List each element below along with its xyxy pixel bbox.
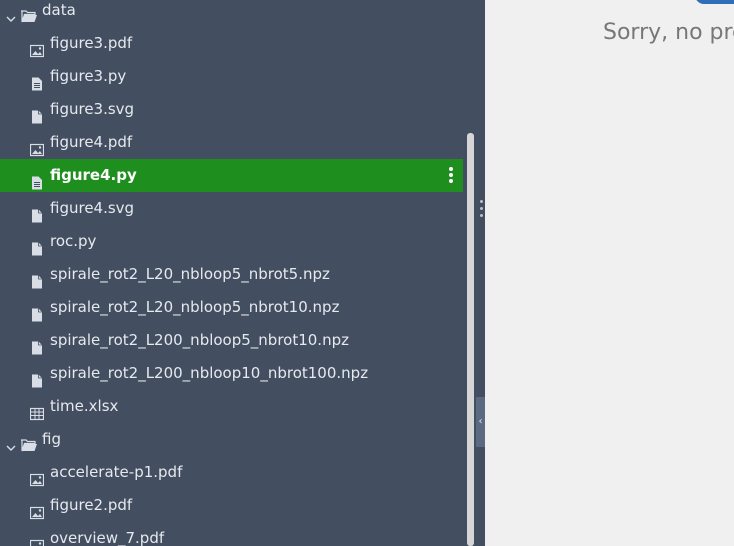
file-label: spirale_rot2_L200_nbloop10_nbrot100.npz (50, 364, 369, 382)
preview-pane: Sorry, no pre (485, 0, 734, 546)
file-icon (30, 202, 44, 223)
folder-label: fig (42, 430, 61, 448)
file-row[interactable]: figure3.py (0, 60, 463, 93)
file-row[interactable]: figure4.svg (0, 192, 463, 225)
image-file-icon (29, 532, 45, 546)
chevron-down-icon[interactable] (5, 433, 17, 451)
image-file-icon (29, 136, 45, 157)
file-label: figure3.svg (50, 100, 135, 118)
file-row[interactable]: roc.py (0, 225, 463, 258)
collapse-sidebar-button[interactable]: ‹ (476, 397, 485, 447)
file-label: spirale_rot2_L20_nbloop5_nbrot10.npz (50, 298, 340, 316)
file-label: spirale_rot2_L20_nbloop5_nbrot5.npz (50, 265, 330, 283)
image-file-icon (29, 499, 45, 520)
sidebar-scrollbar-thumb[interactable] (467, 133, 474, 546)
image-file-icon (29, 466, 45, 487)
image-file-icon (29, 37, 45, 58)
file-row[interactable]: spirale_rot2_L200_nbloop5_nbrot10.npz (0, 324, 463, 357)
file-icon (30, 268, 44, 289)
folder-row[interactable]: data (0, 0, 463, 27)
file-label: spirale_rot2_L200_nbloop5_nbrot10.npz (50, 331, 349, 349)
preview-action-button[interactable] (695, 0, 734, 4)
table-file-icon (29, 400, 45, 421)
folder-open-icon (20, 432, 38, 452)
file-row[interactable]: overview_7.pdf (0, 522, 463, 546)
file-label: figure4.svg (50, 199, 135, 217)
file-label: figure3.pdf (50, 34, 133, 52)
file-tree: data figure3.pdf figure3.py figure3.svg figu… (0, 0, 463, 546)
folder-open-icon (20, 3, 38, 23)
file-row[interactable]: figure3.pdf (0, 27, 463, 60)
file-icon (30, 301, 44, 322)
file-label: roc.py (50, 232, 97, 250)
folder-row[interactable]: fig (0, 423, 463, 456)
text-file-icon (30, 169, 44, 190)
splitter-grip-icon[interactable] (480, 200, 484, 224)
file-row[interactable]: spirale_rot2_L20_nbloop5_nbrot10.npz (0, 291, 463, 324)
file-label: figure4.py (50, 166, 137, 184)
file-row[interactable]: accelerate-p1.pdf (0, 456, 463, 489)
file-label: overview_7.pdf (50, 529, 165, 546)
pane-splitter[interactable] (478, 0, 485, 546)
text-file-icon (30, 70, 44, 91)
preview-message: Sorry, no pre (603, 20, 734, 45)
file-row[interactable]: figure3.svg (0, 93, 463, 126)
chevron-down-icon[interactable] (5, 4, 17, 22)
file-row[interactable]: figure2.pdf (0, 489, 463, 522)
file-label: figure4.pdf (50, 133, 133, 151)
file-row[interactable]: spirale_rot2_L20_nbloop5_nbrot5.npz (0, 258, 463, 291)
file-label: figure2.pdf (50, 496, 133, 514)
file-row[interactable]: figure4.py (0, 159, 463, 192)
file-row[interactable]: time.xlsx (0, 390, 463, 423)
file-icon (30, 367, 44, 388)
folder-label: data (42, 1, 76, 19)
file-icon (30, 235, 44, 256)
file-icon (30, 334, 44, 355)
file-browser-sidebar: data figure3.pdf figure3.py figure3.svg figu… (0, 0, 463, 546)
file-row[interactable]: figure4.pdf (0, 126, 463, 159)
file-icon (30, 103, 44, 124)
file-label: time.xlsx (50, 397, 119, 415)
file-label: figure3.py (50, 67, 127, 85)
file-row[interactable]: spirale_rot2_L200_nbloop10_nbrot100.npz (0, 357, 463, 390)
more-options-icon[interactable] (447, 167, 455, 184)
file-label: accelerate-p1.pdf (50, 463, 183, 481)
